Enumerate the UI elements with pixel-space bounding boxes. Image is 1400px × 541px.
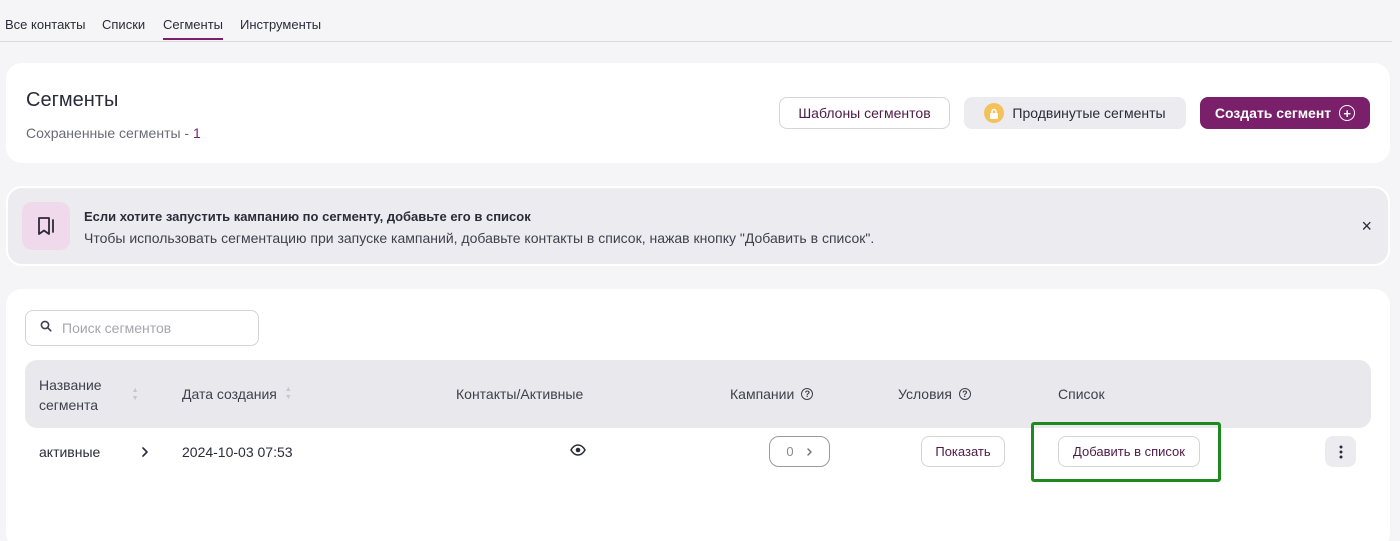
segments-table-card: Название сегмента ▲▼ Дата создания ▲▼ Кон… — [6, 289, 1390, 541]
advanced-segments-button[interactable]: Продвинутые сегменты — [964, 97, 1186, 129]
saved-segments-label: Сохраненные сегменты - — [26, 125, 193, 141]
plus-circle-icon: + — [1339, 105, 1356, 121]
column-conditions: Условия ? — [898, 386, 971, 402]
column-created[interactable]: Дата создания ▲ ▼ — [182, 386, 292, 402]
help-icon[interactable]: ? — [958, 388, 971, 400]
advanced-segments-label: Продвинутые сегменты — [1012, 105, 1166, 121]
banner-title: Если хотите запустить кампанию по сегмен… — [84, 209, 531, 224]
saved-segments-subtitle: Сохраненные сегменты - 1 — [26, 125, 201, 141]
tab-lists[interactable]: Списки — [102, 17, 145, 32]
chevron-right-icon[interactable] — [141, 445, 149, 463]
column-name-line1: Название — [39, 377, 102, 393]
lock-icon — [984, 103, 1005, 123]
campaigns-count: 0 — [786, 444, 794, 459]
sort-icon[interactable]: ▲ ▼ — [285, 386, 292, 402]
table-row: активные 2024-10-03 07:53 0 Показать Доб… — [25, 422, 1371, 482]
column-conditions-label: Условия — [898, 386, 952, 402]
segment-name: активные — [39, 444, 101, 460]
add-to-list-button[interactable]: Добавить в список — [1058, 436, 1200, 467]
column-campaigns: Кампании ? — [730, 386, 814, 402]
eye-icon[interactable] — [570, 443, 586, 461]
segment-templates-label: Шаблоны сегментов — [798, 105, 931, 121]
tab-all-contacts[interactable]: Все контакты — [5, 17, 85, 32]
tab-segments[interactable]: Сегменты — [163, 17, 224, 40]
top-tabs: Все контакты Списки Сегменты Инструменты — [0, 0, 1392, 42]
saved-segments-count: 1 — [192, 125, 201, 141]
column-contacts: Контакты/Активные — [456, 386, 583, 402]
banner-text: Чтобы использовать сегментацию при запус… — [84, 230, 875, 246]
add-to-list-label: Добавить в список — [1073, 444, 1185, 459]
close-icon[interactable]: × — [1361, 217, 1372, 235]
page-title: Сегменты — [26, 89, 119, 111]
help-icon[interactable]: ? — [801, 388, 814, 400]
search-box[interactable] — [25, 310, 259, 346]
column-name-line2: сегмента — [39, 397, 99, 413]
info-banner: Если хотите запустить кампанию по сегмен… — [6, 186, 1390, 266]
table-header: Название сегмента ▲ ▼ Дата создания ▲ ▼ Кон… — [25, 360, 1371, 428]
segment-created-date: 2024-10-03 07:53 — [182, 444, 293, 460]
show-conditions-label: Показать — [935, 444, 991, 459]
column-list: Список — [1058, 386, 1105, 402]
sort-icon[interactable]: ▲ ▼ — [132, 387, 139, 403]
column-list-label: Список — [1058, 386, 1105, 402]
create-segment-label: Создать сегмент — [1214, 105, 1332, 121]
chevron-right-icon — [806, 447, 813, 457]
search-icon — [40, 319, 52, 337]
tab-tools[interactable]: Инструменты — [240, 17, 321, 32]
create-segment-button[interactable]: Создать сегмент + — [1200, 97, 1370, 129]
campaigns-count-button[interactable]: 0 — [769, 436, 830, 467]
kebab-icon[interactable] — [1325, 436, 1356, 467]
segment-templates-button[interactable]: Шаблоны сегментов — [779, 97, 950, 129]
column-created-label: Дата создания — [182, 386, 277, 402]
search-input[interactable] — [62, 320, 242, 336]
header-card: Сегменты Сохраненные сегменты - 1 Шаблон… — [6, 63, 1390, 163]
bookmark-icon — [22, 202, 70, 250]
show-conditions-button[interactable]: Показать — [921, 436, 1005, 467]
column-campaigns-label: Кампании — [730, 386, 795, 402]
column-contacts-label: Контакты/Активные — [456, 386, 584, 402]
column-name[interactable]: Название сегмента ▲ ▼ — [39, 375, 139, 415]
